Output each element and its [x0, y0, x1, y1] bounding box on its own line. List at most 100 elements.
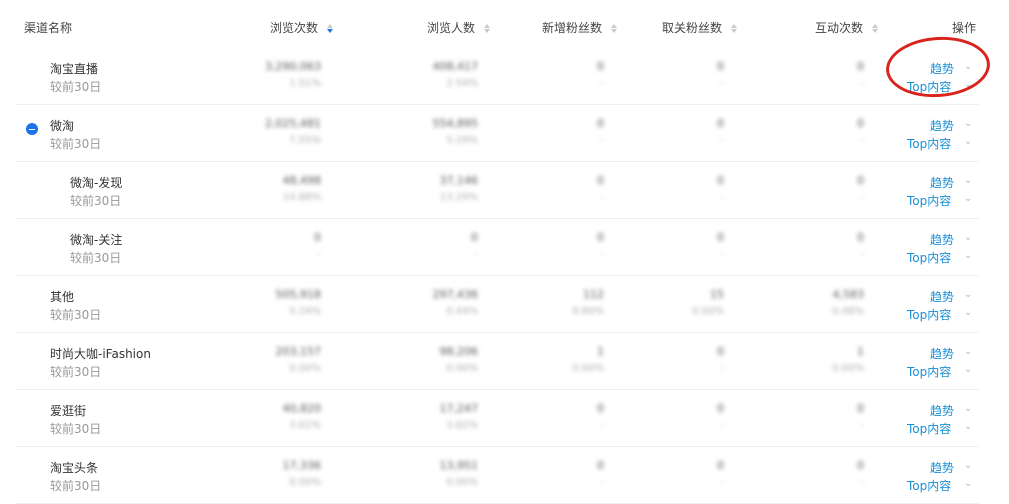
views-change: 7.55%	[289, 135, 321, 146]
views-value: 505,918	[275, 288, 322, 301]
unfollow-value: 15	[710, 288, 724, 301]
col-unfollow[interactable]: 取关粉丝数	[662, 19, 737, 36]
views-change: 5.24%	[289, 306, 321, 317]
new_fans-value: 112	[583, 288, 604, 301]
sort-icon[interactable]	[871, 24, 878, 33]
trend-link[interactable]: 趋势	[930, 174, 954, 191]
trend-link[interactable]: 趋势	[930, 288, 954, 305]
col-new-fans[interactable]: 新增粉丝数	[542, 19, 617, 36]
sort-icon[interactable]	[610, 24, 617, 33]
views-value: 2,025,481	[265, 117, 321, 130]
table-row: 时尚大咖-iFashion 较前30日 203,157 0.00% 98,206 0.00…	[0, 333, 1009, 390]
views-value: 17,336	[282, 459, 322, 472]
channel-name: 爱逛街	[50, 404, 87, 418]
collapse-icon[interactable]	[26, 123, 38, 135]
channel-name: 其他	[50, 290, 75, 304]
col-visitors[interactable]: 浏览人数	[427, 19, 490, 36]
chevron-down-icon[interactable]: ⌄	[964, 460, 972, 471]
compare-label: 较前30日	[50, 479, 102, 493]
chevron-down-icon[interactable]: ⌄	[964, 193, 972, 204]
col-views[interactable]: 浏览次数	[270, 19, 333, 36]
compare-label: 较前30日	[50, 308, 102, 322]
unfollow-change: -	[720, 78, 724, 89]
sort-icon[interactable]	[326, 24, 333, 33]
visitors-change: -	[474, 249, 478, 260]
new_fans-value: 0	[597, 60, 604, 73]
unfollow-change: 0.00%	[692, 306, 724, 317]
channel-name: 淘宝头条	[50, 461, 99, 475]
visitors-value: 408,417	[432, 60, 479, 73]
new_fans-change: 9.80%	[572, 306, 604, 317]
inter-change: -	[860, 477, 864, 488]
chevron-down-icon[interactable]: ⌄	[964, 478, 972, 489]
top-content-link[interactable]: Top内容	[907, 363, 951, 380]
inter-change: -	[860, 420, 864, 431]
unfollow-change: -	[720, 363, 724, 374]
compare-label: 较前30日	[50, 365, 102, 379]
top-content-link[interactable]: Top内容	[907, 306, 951, 323]
visitors-change: 13.29%	[439, 192, 478, 203]
trend-link[interactable]: 趋势	[930, 231, 954, 248]
chevron-down-icon[interactable]: ⌄	[964, 232, 972, 243]
inter-value: 0	[857, 174, 864, 187]
chevron-down-icon[interactable]: ⌄	[964, 118, 972, 129]
inter-value: 1	[857, 345, 864, 358]
inter-value: 0	[857, 60, 864, 73]
sort-icon[interactable]	[730, 24, 737, 33]
unfollow-change: -	[720, 135, 724, 146]
trend-link[interactable]: 趋势	[930, 345, 954, 362]
chevron-down-icon[interactable]: ⌄	[964, 250, 972, 261]
visitors-change: 3.62%	[446, 420, 478, 431]
col-interactions[interactable]: 互动次数	[815, 19, 878, 36]
unfollow-change: -	[720, 477, 724, 488]
unfollow-value: 0	[717, 345, 724, 358]
chevron-down-icon[interactable]: ⌄	[964, 175, 972, 186]
chevron-down-icon[interactable]: ⌄	[964, 307, 972, 318]
visitors-value: 17,247	[439, 402, 479, 415]
visitors-value: 13,951	[439, 459, 479, 472]
new_fans-change: 0.00%	[572, 363, 604, 374]
visitors-change: 0.00%	[446, 363, 478, 374]
compare-label: 较前30日	[50, 80, 102, 94]
unfollow-change: -	[720, 192, 724, 203]
visitors-change: 5.29%	[446, 135, 478, 146]
unfollow-value: 0	[717, 117, 724, 130]
trend-link[interactable]: 趋势	[930, 117, 954, 134]
views-change: 0.00%	[289, 477, 321, 488]
sort-icon[interactable]	[483, 24, 490, 33]
views-change: 3.62%	[289, 420, 321, 431]
new_fans-value: 0	[597, 117, 604, 130]
unfollow-value: 0	[717, 402, 724, 415]
table-row: 其他 较前30日 505,918 5.24% 297,436 0.44% 112 9.80% 1…	[0, 276, 1009, 333]
unfollow-value: 0	[717, 174, 724, 187]
channel-name: 微淘	[50, 119, 75, 133]
visitors-value: 98,206	[439, 345, 479, 358]
inter-value: 0	[857, 231, 864, 244]
views-change: 0.00%	[289, 363, 321, 374]
col-new-fans-label: 新增粉丝数	[542, 21, 603, 35]
top-content-link[interactable]: Top内容	[907, 420, 951, 437]
top-content-link[interactable]: Top内容	[907, 192, 951, 209]
views-value: 3,290,063	[265, 60, 321, 73]
top-content-link[interactable]: Top内容	[907, 249, 951, 266]
col-interactions-label: 互动次数	[815, 21, 864, 35]
trend-link[interactable]: 趋势	[930, 459, 954, 476]
chevron-down-icon[interactable]: ⌄	[964, 421, 972, 432]
new_fans-change: -	[600, 192, 604, 203]
trend-link[interactable]: 趋势	[930, 402, 954, 419]
channel-name: 时尚大咖-iFashion	[50, 347, 151, 361]
chevron-down-icon[interactable]: ⌄	[964, 364, 972, 375]
chevron-down-icon[interactable]: ⌄	[964, 346, 972, 357]
inter-change: -	[860, 192, 864, 203]
chevron-down-icon[interactable]: ⌄	[964, 289, 972, 300]
new_fans-value: 0	[597, 459, 604, 472]
col-unfollow-label: 取关粉丝数	[662, 21, 723, 35]
top-content-link[interactable]: Top内容	[907, 135, 951, 152]
chevron-down-icon[interactable]: ⌄	[964, 403, 972, 414]
visitors-value: 37,146	[439, 174, 479, 187]
chevron-down-icon[interactable]: ⌄	[964, 136, 972, 147]
top-content-link[interactable]: Top内容	[907, 477, 951, 494]
new_fans-value: 0	[597, 402, 604, 415]
col-visitors-label: 浏览人数	[427, 21, 476, 35]
table-row: 微淘 较前30日 2,025,481 7.55% 554,895 5.29% 0 - 0 - 0 - 趋…	[0, 105, 1009, 162]
